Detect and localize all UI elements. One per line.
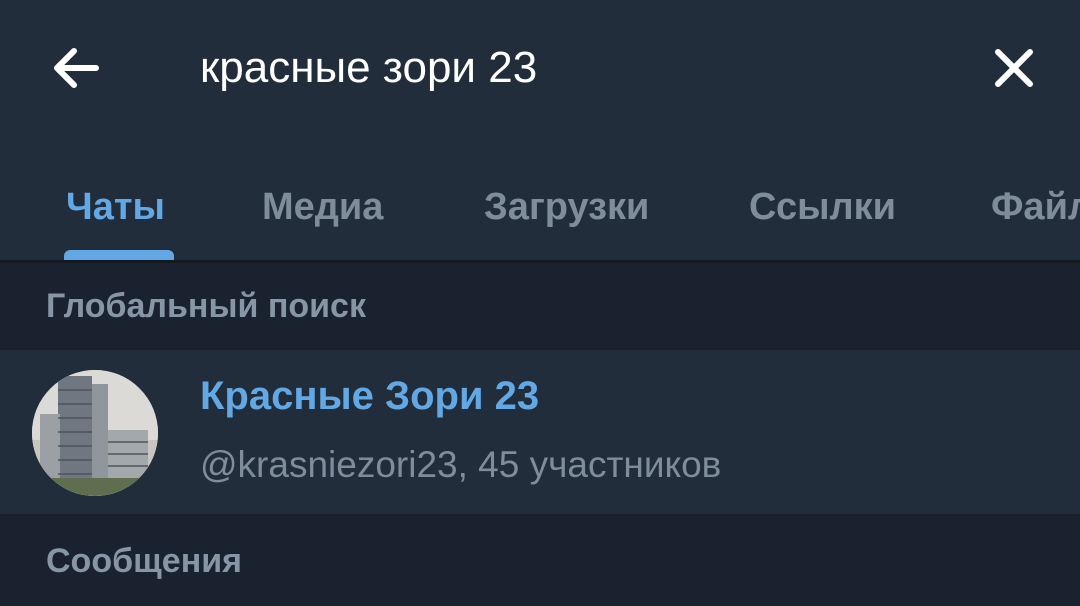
tab-media[interactable]: Медиа (262, 152, 383, 262)
clear-search-button[interactable] (978, 32, 1050, 104)
tab-links[interactable]: Ссылки (749, 152, 896, 262)
app-window: красные зори 23 Чаты Медиа Загрузки Ссыл… (0, 0, 1080, 606)
chat-subtitle: @krasniezori23, 45 участников (200, 444, 722, 485)
avatar (32, 370, 158, 496)
section-header-messages: Сообщения (0, 514, 1080, 606)
section-title: Глобальный поиск (46, 287, 366, 325)
tab-downloads[interactable]: Загрузки (484, 152, 649, 262)
chat-result-row[interactable]: Красные Зори 23 @krasniezori23, 45 участ… (0, 350, 1080, 514)
chat-title: Красные Зори 23 (200, 374, 540, 418)
tab-chats[interactable]: Чаты (66, 152, 165, 262)
building-avatar-image (32, 370, 158, 496)
section-header-global-search: Глобальный поиск (0, 263, 1080, 350)
back-button[interactable] (40, 32, 112, 104)
search-input[interactable]: красные зори 23 (200, 36, 537, 100)
tab-files[interactable]: Файлы (991, 152, 1080, 262)
search-tabs: Чаты Медиа Загрузки Ссылки Файлы (0, 152, 1080, 262)
arrow-left-icon (54, 48, 99, 88)
search-header: красные зори 23 Чаты Медиа Загрузки Ссыл… (0, 0, 1080, 262)
close-icon (995, 49, 1033, 87)
section-title: Сообщения (46, 542, 242, 580)
